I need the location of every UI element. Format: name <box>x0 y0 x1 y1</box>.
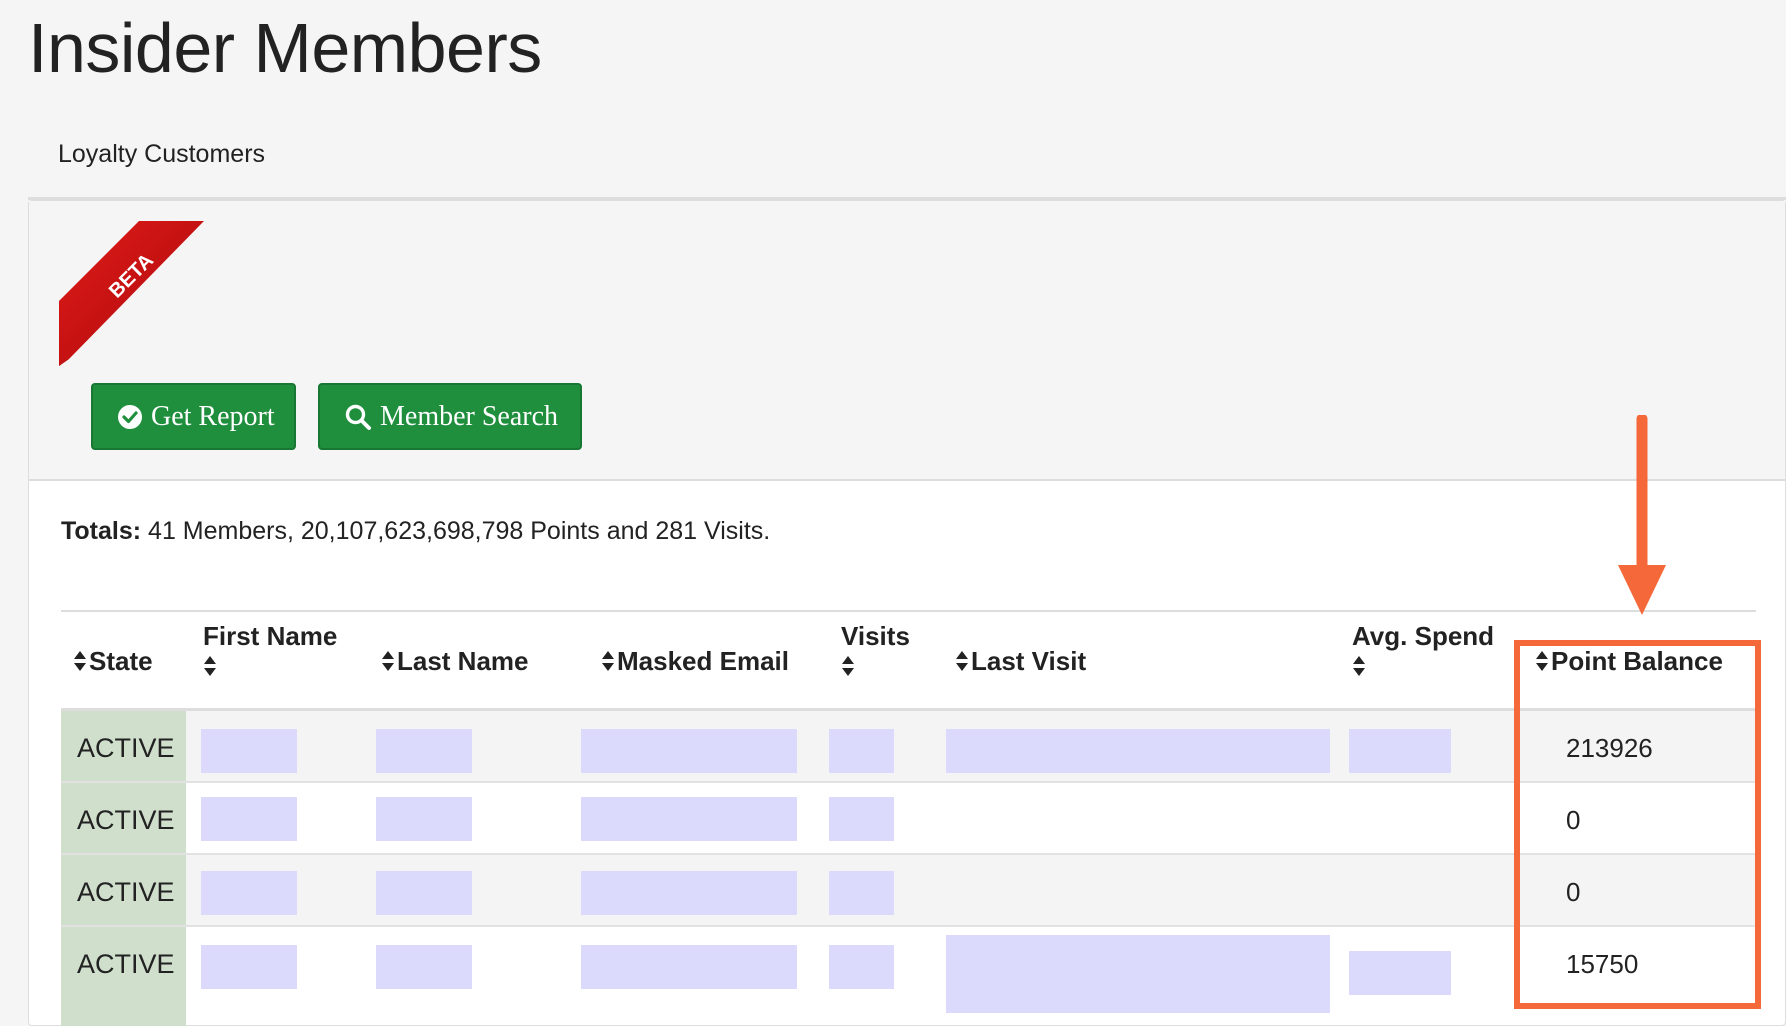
beta-ribbon: BETA <box>59 221 204 366</box>
totals-summary: Totals: 41 Members, 20,107,623,698,798 P… <box>61 517 770 546</box>
sort-icon <box>956 651 968 671</box>
state-cell: ACTIVE <box>61 927 186 1026</box>
sort-icon <box>1353 656 1365 676</box>
redacted-avg-spend <box>1349 729 1451 773</box>
column-header-state[interactable]: State <box>73 646 153 676</box>
sort-icon <box>382 651 394 671</box>
redacted-visits <box>829 945 894 989</box>
column-header-state-label: State <box>89 646 153 676</box>
column-header-avg-spend[interactable]: Avg. Spend <box>1352 621 1494 681</box>
table-row[interactable]: ACTIVE 0 <box>61 855 1756 927</box>
redacted-first-name <box>201 729 297 773</box>
redacted-email <box>581 871 797 915</box>
state-cell: ACTIVE <box>61 783 186 853</box>
page-title: Insider Members <box>28 9 542 87</box>
search-icon <box>345 404 371 430</box>
sort-icon <box>842 656 854 676</box>
state-cell: ACTIVE <box>61 855 186 925</box>
redacted-avg-spend <box>1349 951 1451 995</box>
get-report-label: Get Report <box>151 400 275 432</box>
panel-header: BETA Get Report Member Search <box>29 201 1785 481</box>
table-row[interactable]: ACTIVE 213926 <box>61 711 1756 783</box>
redacted-visits <box>829 871 894 915</box>
redacted-first-name <box>201 871 297 915</box>
column-header-visits-label: Visits <box>841 621 910 651</box>
column-header-last-name-label: Last Name <box>397 646 529 676</box>
redacted-visits <box>829 797 894 841</box>
down-arrow-annotation <box>1618 415 1666 615</box>
redacted-email <box>581 945 797 989</box>
get-report-button[interactable]: Get Report <box>91 383 296 450</box>
redacted-last-name <box>376 797 472 841</box>
redacted-last-name <box>376 871 472 915</box>
redacted-last-name <box>376 945 472 989</box>
redacted-email <box>581 729 797 773</box>
totals-label: Totals: <box>61 517 142 545</box>
column-header-last-visit-label: Last Visit <box>971 646 1087 676</box>
redacted-first-name <box>201 797 297 841</box>
column-header-visits[interactable]: Visits <box>841 621 910 681</box>
redacted-first-name <box>201 945 297 989</box>
column-header-first-name[interactable]: First Name <box>203 621 337 681</box>
totals-text: 41 Members, 20,107,623,698,798 Points an… <box>148 517 771 545</box>
redacted-visits <box>829 729 894 773</box>
member-search-button[interactable]: Member Search <box>318 383 582 450</box>
column-header-first-name-label: First Name <box>203 621 338 651</box>
redacted-email <box>581 797 797 841</box>
column-header-avg-spend-label: Avg. Spend <box>1352 621 1495 651</box>
column-header-masked-email-label: Masked Email <box>617 646 789 676</box>
redacted-last-visit <box>946 729 1330 773</box>
point-balance-highlight <box>1514 640 1761 1009</box>
member-search-label: Member Search <box>380 400 559 432</box>
page-subtitle: Loyalty Customers <box>58 140 266 168</box>
redacted-last-visit <box>946 935 1330 1013</box>
check-circle-icon <box>118 404 142 429</box>
column-header-masked-email[interactable]: Masked Email <box>601 646 789 676</box>
column-header-last-visit[interactable]: Last Visit <box>955 646 1086 676</box>
sort-icon <box>74 651 86 671</box>
sort-icon <box>602 651 614 671</box>
redacted-last-name <box>376 729 472 773</box>
state-cell: ACTIVE <box>61 711 186 781</box>
column-header-last-name[interactable]: Last Name <box>381 646 529 676</box>
divider <box>61 610 1756 612</box>
table-row[interactable]: ACTIVE 0 <box>61 783 1756 855</box>
table-row[interactable]: ACTIVE 15750 <box>61 927 1756 1026</box>
sort-icon <box>204 656 216 676</box>
